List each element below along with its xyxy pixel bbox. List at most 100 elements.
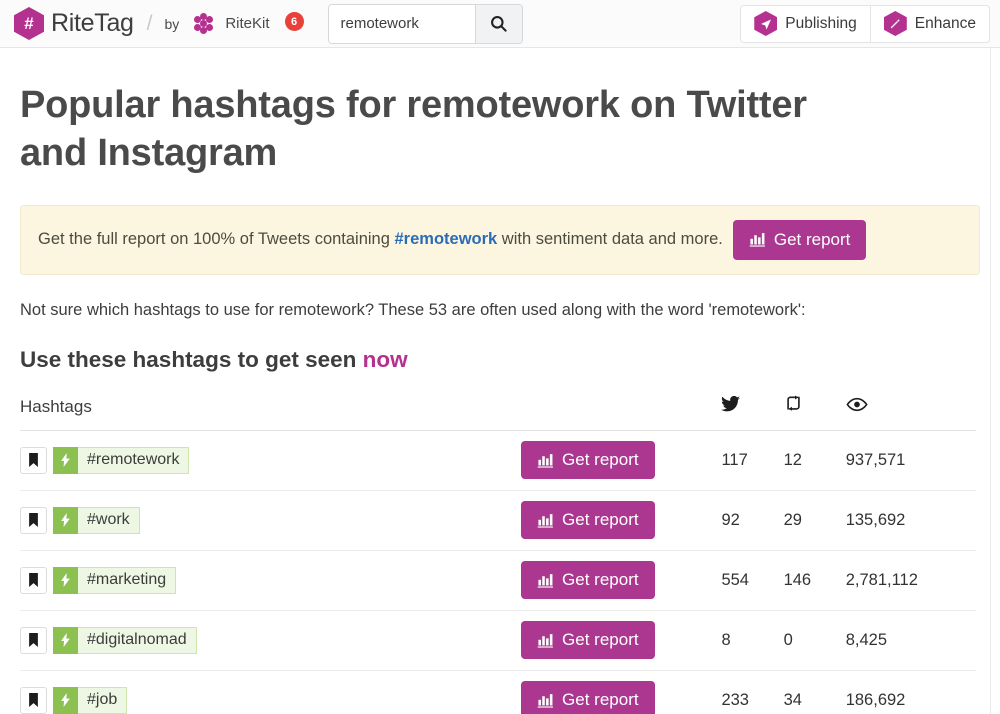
bar-chart-icon: [537, 693, 553, 708]
exposure-count: 8,425: [845, 610, 976, 671]
exposure-count: 2,781,112: [845, 550, 976, 611]
promo-text-before: Get the full report on 100% of Tweets co…: [38, 229, 395, 248]
table-header-row: Hashtags: [20, 394, 976, 431]
bookmark-icon: [29, 573, 38, 587]
hashtag-cell: #job: [20, 670, 522, 714]
bookmark-button[interactable]: [20, 566, 47, 594]
tweets-count: 8: [721, 610, 784, 671]
hashtag-label: #work: [78, 506, 140, 534]
lightning-bolt-icon: [53, 626, 78, 654]
bookmark-button[interactable]: [20, 506, 47, 534]
hashtags-table-body: #remotework Get report 117 12 937,571 #w…: [20, 430, 976, 714]
bookmark-icon: [29, 453, 38, 467]
hashtag-label: #job: [78, 686, 128, 714]
twitter-bird-icon: [721, 395, 741, 411]
bookmark-button[interactable]: [20, 626, 47, 654]
column-header-retweets: [783, 394, 846, 431]
lightning-bolt-icon: [53, 506, 78, 534]
paper-plane-icon: [754, 11, 778, 36]
retweets-count: 146: [783, 550, 846, 611]
row-get-report-label: Get report: [562, 570, 639, 589]
lightning-bolt-icon: [53, 446, 78, 474]
bookmark-icon: [29, 513, 38, 527]
bookmark-button[interactable]: [20, 686, 47, 714]
tweets-count: 92: [721, 490, 784, 551]
promo-text-after: with sentiment data and more.: [497, 229, 723, 248]
hashtag-cell: #marketing: [20, 550, 522, 611]
top-navigation-bar: # RiteTag / by RiteKit 6 remotework Publ…: [0, 0, 1000, 48]
bookmark-icon: [29, 633, 38, 647]
subheading-accent: now: [362, 346, 408, 372]
partner-name: RiteKit: [225, 15, 270, 32]
row-get-report-button[interactable]: Get report: [521, 621, 655, 659]
bar-chart-icon: [537, 573, 553, 588]
tweets-count: 554: [721, 550, 784, 611]
row-action-cell: Get report: [521, 670, 722, 714]
table-row: #digitalnomad Get report 8 0 8,425: [20, 610, 976, 671]
bar-chart-icon: [537, 513, 553, 528]
full-report-promo-banner: Get the full report on 100% of Tweets co…: [20, 204, 980, 275]
hashtag-chip[interactable]: #work: [53, 506, 140, 534]
ritekit-flower-logo-icon: [192, 12, 214, 35]
brand-area[interactable]: # RiteTag / by RiteKit 6: [14, 7, 304, 40]
column-header-exposure: [845, 394, 976, 431]
hashtag-chip[interactable]: #digitalnomad: [53, 626, 197, 654]
page-container-edge: [990, 48, 991, 714]
enhance-button[interactable]: Enhance: [869, 5, 989, 42]
promo-hashtag-link[interactable]: #remotework: [395, 230, 498, 248]
bar-chart-icon: [537, 633, 553, 648]
table-row: #remotework Get report 117 12 937,571: [20, 430, 976, 491]
bar-chart-icon: [749, 233, 765, 247]
search-box[interactable]: [327, 3, 523, 44]
hashtag-label: #marketing: [78, 566, 177, 594]
hashtag-chip[interactable]: #marketing: [53, 566, 177, 594]
row-get-report-button[interactable]: Get report: [521, 441, 655, 479]
row-get-report-button[interactable]: Get report: [521, 561, 655, 599]
column-header-action: [521, 394, 722, 431]
search-input[interactable]: [328, 4, 475, 43]
publishing-button[interactable]: Publishing: [741, 6, 870, 42]
hashtags-table: Hashtags #remotework Get report 117 12 9…: [20, 394, 976, 714]
hashtag-chip[interactable]: #remotework: [53, 446, 190, 474]
hashtag-cell: #remotework: [20, 430, 522, 491]
publishing-label: Publishing: [785, 14, 857, 32]
subheading-text: Use these hashtags to get seen: [20, 346, 363, 372]
lightning-bolt-icon: [53, 566, 78, 594]
search-icon: [491, 16, 507, 32]
tweets-count: 233: [721, 670, 784, 714]
retweets-count: 12: [783, 430, 846, 491]
row-action-cell: Get report: [521, 430, 722, 491]
table-row: #work Get report 92 29 135,692: [20, 490, 976, 551]
search-submit-button[interactable]: [474, 4, 522, 43]
retweet-icon: [786, 394, 800, 411]
row-action-cell: Get report: [521, 610, 722, 671]
column-header-hashtags: Hashtags: [20, 394, 522, 431]
hashtag-chip[interactable]: #job: [53, 686, 128, 714]
ritetag-hash-logo-icon: #: [14, 7, 44, 40]
bookmark-icon: [29, 693, 38, 707]
exposure-count: 186,692: [845, 670, 976, 714]
eye-icon: [846, 397, 868, 411]
tweets-count: 117: [721, 430, 784, 491]
hashtag-label: #remotework: [78, 446, 190, 474]
row-get-report-label: Get report: [562, 630, 639, 649]
retweets-count: 29: [783, 490, 846, 551]
exposure-count: 937,571: [845, 430, 976, 491]
row-action-cell: Get report: [521, 550, 722, 611]
table-row: #job Get report 233 34 186,692: [20, 670, 976, 714]
brand-separator: /: [146, 11, 153, 35]
brand-name: RiteTag: [51, 9, 134, 37]
banner-get-report-button[interactable]: Get report: [732, 219, 867, 260]
notification-badge[interactable]: 6: [284, 12, 304, 31]
page-title: Popular hashtags for remotework on Twitt…: [20, 84, 807, 175]
lead-paragraph: Not sure which hashtags to use for remot…: [20, 300, 806, 319]
magic-wand-icon: [883, 11, 907, 36]
exposure-count: 135,692: [845, 490, 976, 551]
bookmark-button[interactable]: [20, 446, 47, 474]
row-get-report-button[interactable]: Get report: [521, 681, 655, 714]
retweets-count: 34: [783, 670, 846, 714]
banner-get-report-label: Get report: [773, 229, 851, 249]
row-get-report-label: Get report: [562, 690, 639, 709]
row-get-report-button[interactable]: Get report: [521, 501, 655, 539]
promo-text: Get the full report on 100% of Tweets co…: [38, 230, 723, 250]
